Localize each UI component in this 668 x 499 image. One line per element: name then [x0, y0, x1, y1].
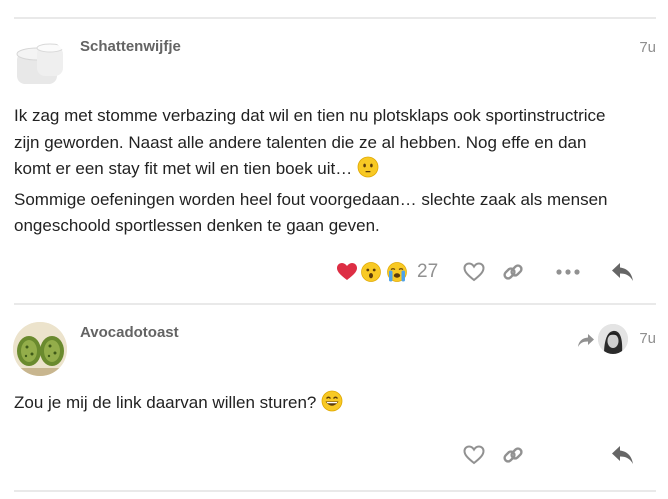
post-line: Zou je mij de link daarvan willen sturen… — [14, 390, 659, 421]
reply-to-indicator[interactable] — [575, 326, 597, 356]
post-avocadotoast: Avocadotoast 7u Zou je mij de link daarv… — [0, 0, 668, 499]
link-icon — [503, 447, 523, 463]
username[interactable]: Avocadotoast — [80, 324, 179, 341]
like-heart-icon — [463, 445, 485, 465]
avatar[interactable] — [13, 322, 67, 376]
reply-arrow-icon — [578, 334, 594, 347]
reply-icon — [612, 446, 633, 464]
grinning-face-emoji-icon — [321, 390, 343, 421]
post-actions — [0, 440, 668, 470]
reply-to-avatar-image — [598, 324, 628, 354]
bottom-divider — [14, 490, 656, 492]
reply-to-avatar[interactable] — [598, 324, 628, 354]
share-link-button[interactable] — [500, 440, 526, 470]
reply-button[interactable] — [609, 440, 637, 470]
avatar-avocado-toast-image — [13, 322, 67, 376]
post-body: Zou je mij de link daarvan willen sturen… — [14, 390, 659, 421]
post-line-text: Zou je mij de link daarvan willen sturen… — [14, 393, 317, 412]
like-button[interactable] — [461, 440, 487, 470]
post-time[interactable]: 7u — [639, 330, 656, 347]
